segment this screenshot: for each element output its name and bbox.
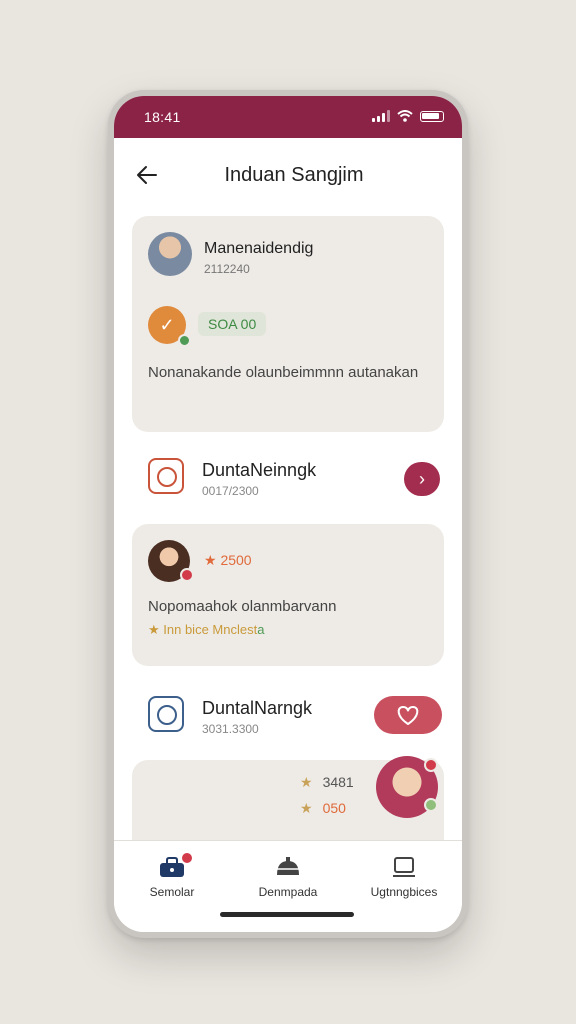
tagline-text: ★ Inn bice Mnclest bbox=[148, 622, 258, 637]
heart-icon bbox=[397, 706, 419, 725]
star-icon: ★ bbox=[300, 800, 313, 816]
home-indicator[interactable] bbox=[220, 912, 354, 917]
dome-icon bbox=[274, 855, 302, 879]
list-item[interactable]: DuntalNarngk 3031.3300 bbox=[132, 686, 444, 746]
online-dot-icon bbox=[178, 334, 191, 347]
stat-value: 3481 bbox=[322, 774, 354, 790]
tab-label: Denmpada bbox=[258, 885, 318, 899]
chevron-right-button[interactable]: › bbox=[404, 462, 440, 496]
tab-semolar[interactable]: Semolar bbox=[114, 851, 230, 899]
notification-badge bbox=[180, 568, 194, 582]
signal-icon bbox=[372, 110, 390, 122]
list-item-title: DuntaNeinngk bbox=[202, 460, 317, 480]
tab-label: Ugtnngbices bbox=[370, 885, 438, 899]
profile-name: Manenaidendig bbox=[204, 240, 314, 257]
tab-label: Semolar bbox=[149, 885, 195, 899]
wifi-icon bbox=[397, 110, 413, 122]
list-item-subtitle: 3031.3300 bbox=[202, 722, 259, 736]
page-title: Induan Sangjim bbox=[224, 164, 364, 186]
tab-ugtnngbices[interactable]: Ugtnngbices bbox=[346, 855, 462, 899]
stat-row: ★ 3481 bbox=[300, 774, 354, 791]
notification-badge bbox=[180, 851, 194, 865]
status-bar: 18:41 bbox=[114, 96, 462, 138]
briefcase-icon bbox=[158, 851, 194, 879]
instagram-icon bbox=[148, 696, 184, 732]
avatar bbox=[148, 232, 192, 276]
score-badge: SOA 00 bbox=[198, 312, 267, 336]
stat-value: 050 bbox=[322, 800, 346, 816]
battery-icon bbox=[420, 110, 444, 122]
list-item[interactable]: DuntaNeinngk 0017/2300 › bbox=[132, 448, 444, 508]
profile-description: Nonanakande olaunbeimmnn autanakan bbox=[148, 364, 419, 381]
rating-text: ★ 2500 bbox=[204, 552, 252, 568]
status-time: 18:41 bbox=[144, 109, 181, 125]
status-icons bbox=[372, 110, 444, 122]
tagline-suffix: a bbox=[257, 622, 265, 637]
online-dot-icon bbox=[424, 798, 438, 812]
profile-card[interactable]: Manenaidendig 2112240 ✓ SOA 00 Nonanakan… bbox=[132, 216, 444, 432]
notification-badge bbox=[424, 758, 438, 772]
header: Induan Sangjim bbox=[114, 138, 462, 218]
screen: 18:41 Induan Sangjim Manenaidendig 21122… bbox=[114, 96, 462, 932]
camera-icon bbox=[148, 458, 184, 494]
phone-frame: 18:41 Induan Sangjim Manenaidendig 21122… bbox=[108, 90, 468, 938]
stats-card[interactable]: ★ 3481 ★ 050 bbox=[132, 756, 444, 840]
star-icon: ★ bbox=[300, 774, 313, 790]
tab-denmpada[interactable]: Denmpada bbox=[230, 855, 346, 899]
stat-row: ★ 050 bbox=[300, 800, 346, 817]
chevron-right-icon: › bbox=[419, 469, 425, 489]
review-description: Nopomaahok olanmbarvann bbox=[148, 598, 337, 615]
review-tagline: ★ Inn bice Mnclesta bbox=[148, 622, 264, 638]
bottom-tab-bar: Semolar Denmpada Ugtnngbices bbox=[114, 840, 462, 932]
profile-id: 2112240 bbox=[204, 262, 250, 276]
monitor-icon bbox=[390, 855, 418, 879]
list-item-subtitle: 0017/2300 bbox=[202, 484, 259, 498]
review-card[interactable]: ★ 2500 Nopomaahok olanmbarvann ★ Inn bic… bbox=[132, 524, 444, 666]
list-item-title: DuntalNarngk bbox=[202, 698, 313, 718]
favorite-button[interactable] bbox=[374, 696, 442, 734]
